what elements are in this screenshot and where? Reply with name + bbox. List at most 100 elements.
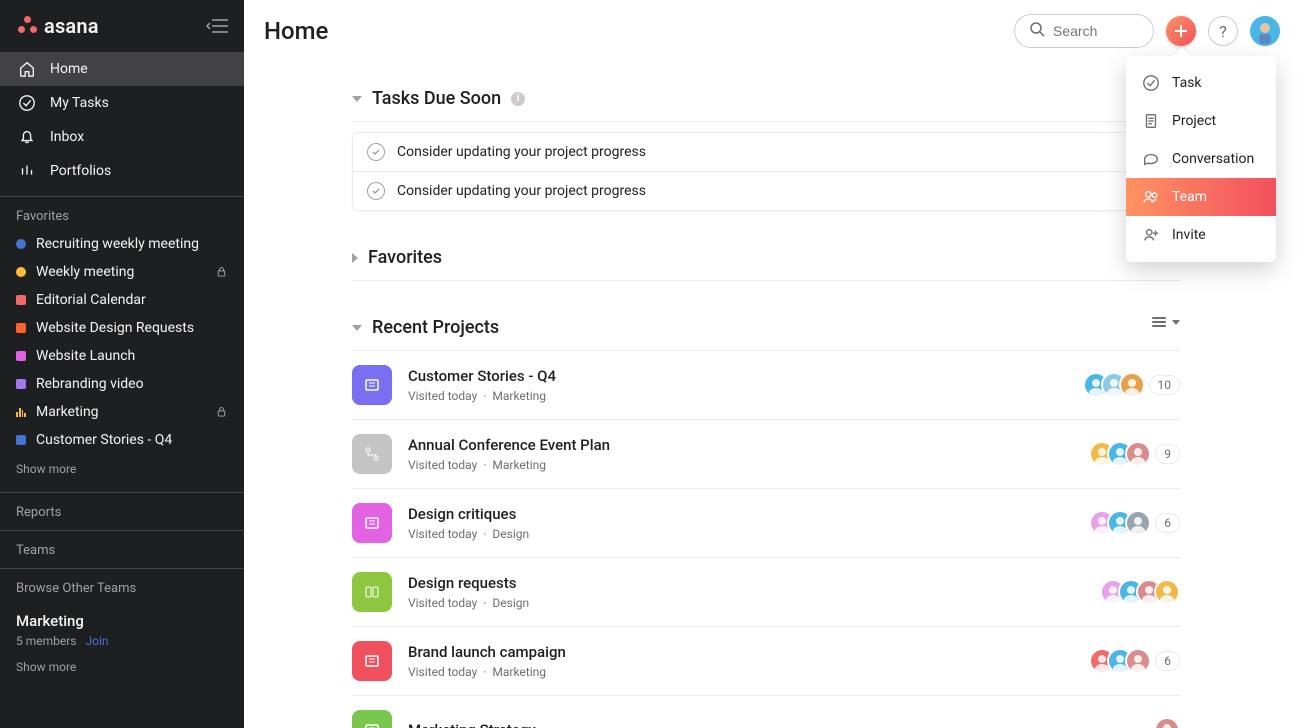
task-row[interactable]: Consider updating your project progress [353, 172, 1179, 210]
chat-icon [1142, 150, 1160, 168]
sidebar: asana HomeMy TasksInboxPortfolios Favori… [0, 0, 244, 728]
dropdown-item-conversation[interactable]: Conversation [1126, 140, 1276, 178]
member-count: 9 [1155, 444, 1180, 464]
favorite-item[interactable]: Weekly meeting [0, 258, 244, 286]
check-circle-icon [18, 94, 36, 112]
search-input[interactable] [1053, 23, 1133, 39]
member-avatar[interactable] [1125, 648, 1151, 674]
sidebar-nav-my-tasks[interactable]: My Tasks [0, 86, 244, 120]
member-avatar[interactable] [1154, 579, 1180, 605]
search-icon [1029, 21, 1045, 41]
project-members: 6 [1089, 510, 1180, 536]
project-meta: Visited today·Marketing [408, 458, 1073, 472]
collapse-sidebar-icon[interactable] [206, 18, 228, 34]
project-color-icon [16, 435, 26, 445]
favorite-item[interactable]: Marketing [0, 398, 244, 426]
search-box[interactable] [1014, 14, 1154, 48]
page-title: Home [264, 17, 328, 45]
project-color-icon [16, 267, 26, 277]
favorites-list: Recruiting weekly meetingWeekly meetingE… [0, 230, 244, 454]
create-button[interactable] [1166, 16, 1196, 46]
show-more-favorites[interactable]: Show more [0, 454, 244, 488]
project-meta: Visited today·Design [408, 596, 1084, 610]
dropdown-item-invite[interactable]: Invite [1126, 216, 1276, 254]
project-list: Customer Stories - Q4 Visited today·Marke… [352, 351, 1180, 728]
logo[interactable]: asana [18, 14, 99, 38]
logo-icon [18, 16, 38, 36]
project-members [1100, 579, 1180, 605]
sidebar-nav-portfolios[interactable]: Portfolios [0, 154, 244, 188]
complete-task-icon[interactable] [367, 143, 385, 161]
tasks-due-header[interactable]: Tasks Due Soon i See all m [352, 88, 1180, 122]
project-item[interactable]: Customer Stories - Q4Visited today·Marke… [352, 351, 1180, 420]
project-members: 10 [1083, 372, 1181, 398]
browse-other-teams[interactable]: Browse Other Teams [0, 569, 244, 602]
lock-icon [215, 405, 228, 422]
team-block[interactable]: Marketing 5 members Join [0, 602, 244, 652]
favorites-header[interactable]: Favorites [352, 247, 1180, 281]
project-color-icon [16, 323, 26, 333]
project-icon [352, 572, 392, 612]
sidebar-nav-home[interactable]: Home [0, 52, 244, 86]
caret-right-icon [352, 253, 358, 263]
dropdown-item-project[interactable]: Project [1126, 102, 1276, 140]
member-avatar[interactable] [1154, 717, 1180, 728]
project-color-icon [16, 379, 26, 389]
project-title: Customer Stories - Q4 [408, 367, 1067, 385]
project-title: Marketing Strategy [408, 721, 1138, 728]
project-members [1154, 717, 1180, 728]
project-item[interactable]: Marketing Strategy [352, 696, 1180, 728]
project-color-icon [16, 239, 26, 249]
task-list: Consider updating your project progress C… [352, 132, 1180, 211]
favorite-item[interactable]: Rebranding video [0, 370, 244, 398]
caret-down-icon [352, 325, 362, 331]
recent-projects-header[interactable]: Recent Projects [352, 317, 1180, 351]
favorite-item[interactable]: Website Launch [0, 342, 244, 370]
member-avatar[interactable] [1125, 510, 1151, 536]
chevron-down-icon [1172, 320, 1180, 325]
lock-icon [215, 265, 228, 282]
help-button[interactable]: ? [1208, 16, 1238, 46]
teams-label[interactable]: Teams [0, 531, 244, 564]
dropdown-item-team[interactable]: Team [1126, 178, 1276, 216]
task-title: Consider updating your project progress [397, 144, 646, 160]
favorite-item[interactable]: Customer Stories - Q4 [0, 426, 244, 454]
project-title: Design critiques [408, 505, 1073, 523]
task-row[interactable]: Consider updating your project progress [353, 133, 1179, 172]
caret-down-icon [352, 96, 362, 102]
project-meta: Visited today·Marketing [408, 665, 1073, 679]
project-members: 6 [1089, 648, 1180, 674]
favorite-item[interactable]: Recruiting weekly meeting [0, 230, 244, 258]
member-count: 6 [1155, 651, 1180, 671]
favorites-label: Favorites [0, 197, 244, 230]
user-avatar[interactable] [1250, 16, 1280, 46]
show-more-teams[interactable]: Show more [0, 652, 244, 686]
project-item[interactable]: Brand launch campaignVisited today·Marke… [352, 627, 1180, 696]
sidebar-nav: HomeMy TasksInboxPortfolios [0, 48, 244, 192]
dropdown-item-task[interactable]: Task [1126, 64, 1276, 102]
info-icon[interactable]: i [511, 92, 525, 106]
reports-label[interactable]: Reports [0, 493, 244, 526]
favorite-item[interactable]: Editorial Calendar [0, 286, 244, 314]
project-meta: Visited today·Design [408, 527, 1073, 541]
person-plus-icon [1142, 226, 1160, 244]
task-title: Consider updating your project progress [397, 183, 646, 199]
member-avatar[interactable] [1119, 372, 1145, 398]
bell-icon [18, 128, 36, 146]
project-icon [352, 365, 392, 405]
favorite-item[interactable]: Website Design Requests [0, 314, 244, 342]
team-sub: 5 members Join [16, 634, 228, 648]
member-count: 6 [1155, 513, 1180, 533]
project-title: Design requests [408, 574, 1084, 592]
project-item[interactable]: Design critiques Visited today·Design 6 [352, 489, 1180, 558]
project-icon [352, 434, 392, 474]
project-members: 9 [1089, 441, 1180, 467]
complete-task-icon[interactable] [367, 182, 385, 200]
bars-icon [18, 162, 36, 180]
project-item[interactable]: Annual Conference Event PlanVisited toda… [352, 420, 1180, 489]
join-link[interactable]: Join [85, 634, 108, 648]
view-toggle[interactable] [1152, 317, 1180, 327]
sidebar-nav-inbox[interactable]: Inbox [0, 120, 244, 154]
member-avatar[interactable] [1125, 441, 1151, 467]
project-item[interactable]: Design requests Visited today·Design [352, 558, 1180, 627]
